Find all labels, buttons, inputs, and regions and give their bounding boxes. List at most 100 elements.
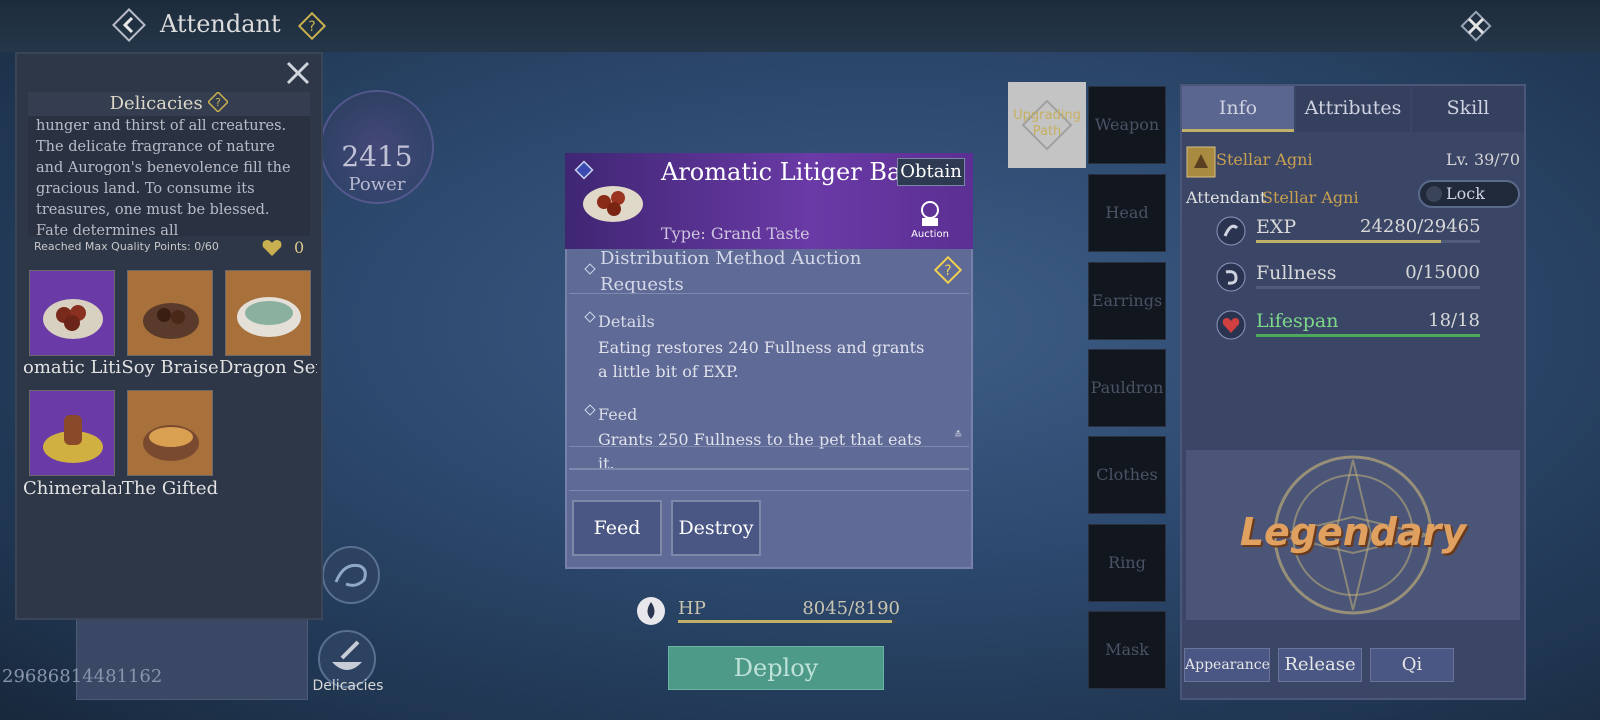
question-icon: ? [933, 255, 963, 285]
equip-slot-earrings[interactable]: Earrings [1088, 262, 1166, 340]
pet-name: Stellar Agni [1216, 150, 1313, 169]
hp-bar [678, 620, 896, 623]
exp-icon [1216, 216, 1246, 246]
divider [569, 468, 969, 470]
svg-text:?: ? [308, 19, 315, 35]
pot-dish-icon [43, 415, 103, 463]
braised-meat-icon [143, 303, 199, 339]
player-id: 29686814481162 [2, 666, 163, 687]
back-button[interactable] [110, 6, 148, 44]
close-button[interactable] [1456, 6, 1496, 46]
tab-info[interactable]: Info [1182, 86, 1294, 132]
close-icon [286, 61, 310, 85]
help-button[interactable]: ? [297, 11, 327, 41]
attendant-label: Attendant [1186, 188, 1267, 207]
lock-knob [1426, 186, 1442, 202]
delicacies-menu-label: Delicacies [312, 678, 384, 694]
appearance-button[interactable]: Appearance [1184, 648, 1270, 682]
divider [569, 293, 969, 294]
delicacies-description: hunger and thirst of all creatures. The … [28, 116, 310, 236]
equip-slot-weapon[interactable]: Weapon [1088, 86, 1166, 164]
fullness-icon [1216, 262, 1246, 292]
soup-bowl-icon [237, 297, 301, 337]
heart-icon [261, 238, 283, 258]
auction-icon: Auction [911, 201, 949, 240]
obtain-button[interactable]: Obtain [897, 158, 965, 186]
equip-slot-head[interactable]: Head [1088, 174, 1166, 252]
lifespan-value: 18/18 [1428, 310, 1480, 331]
feed-heading: Feed [598, 405, 638, 424]
svg-text:Auction: Auction [911, 229, 949, 238]
lifespan-bar-fill [1256, 334, 1480, 337]
close-icon [1460, 10, 1492, 42]
tab-attributes[interactable]: Attributes [1296, 86, 1410, 132]
meatball-dish-icon [43, 299, 103, 339]
distribution-method: Distribution Method Auction Requests [600, 248, 862, 295]
hp-label: HP [678, 598, 706, 619]
lock-label: Lock [1446, 184, 1485, 203]
item-slot[interactable] [29, 390, 115, 476]
power-value: 2415 [341, 140, 413, 173]
item-name: Soy Braise [121, 357, 219, 378]
hp-drop-icon [636, 596, 666, 626]
release-button[interactable]: Release [1278, 648, 1362, 682]
item-slot[interactable] [127, 270, 213, 356]
item-type: Type: Grand Taste [661, 224, 810, 243]
upgrading-path-label: Upgrading Path [1013, 108, 1081, 139]
question-icon[interactable]: ? [207, 91, 230, 113]
deploy-button[interactable]: Deploy [668, 646, 884, 690]
attendant-name: Stellar Agni [1262, 188, 1359, 207]
pet-portrait-icon [1186, 146, 1216, 178]
feed-button[interactable]: Feed [572, 500, 662, 556]
details-body: Eating restores 240 Fullness and grants … [598, 338, 925, 381]
item-name: Dragon Ser [219, 357, 317, 378]
scroll-down-icon[interactable]: ≛ [954, 430, 962, 441]
rarity-label: Legendary [1239, 510, 1467, 554]
pet-menu-button[interactable] [320, 544, 382, 606]
item-name: Chimeralar [23, 478, 121, 499]
hp-value: 8045/8190 [802, 598, 900, 619]
equip-slot-clothes[interactable]: Clothes [1088, 436, 1166, 514]
question-icon: ? [297, 11, 327, 41]
item-slot[interactable] [225, 270, 311, 356]
hp-bar-fill [678, 620, 893, 623]
lifespan-label: Lifespan [1256, 310, 1339, 332]
item-slot[interactable] [127, 390, 213, 476]
exp-bar [1256, 240, 1480, 243]
exp-label: EXP [1256, 216, 1297, 238]
lifespan-heart-icon [1216, 310, 1246, 340]
equip-slot-pauldron[interactable]: Pauldron [1088, 349, 1166, 427]
equip-slot-ring[interactable]: Ring [1088, 524, 1166, 602]
delicacies-title: Delicacies [109, 93, 203, 114]
item-slot[interactable] [29, 270, 115, 356]
panel-close-button[interactable] [283, 58, 313, 88]
delicacies-header: Delicacies ? [28, 91, 310, 116]
gifted-dish-icon [143, 425, 199, 461]
reached-quality-points: Reached Max Quality Points: 0/60 [34, 240, 219, 253]
heart-count: 0 [294, 238, 305, 257]
divider [569, 446, 969, 447]
fullness-bar [1256, 286, 1480, 289]
item-name: The Gifted [121, 478, 219, 499]
tab-skill[interactable]: Skill [1412, 86, 1524, 132]
auction-button[interactable]: Auction [910, 198, 950, 240]
equip-slot-mask[interactable]: Mask [1088, 611, 1166, 689]
pet-level: Lv. 39/70 [1446, 150, 1521, 169]
svg-text:?: ? [216, 96, 222, 109]
fullness-value: 0/15000 [1405, 262, 1480, 283]
beast-icon [322, 546, 380, 604]
distribution-help-button[interactable]: ? [933, 255, 963, 285]
back-arrow-icon [112, 8, 146, 42]
item-name: omatic Litig [23, 357, 121, 378]
destroy-button[interactable]: Destroy [671, 500, 761, 556]
lifespan-bar [1256, 334, 1480, 337]
qi-button[interactable]: Qi [1370, 648, 1454, 682]
exp-bar-fill [1256, 240, 1441, 243]
power-label: Power [348, 174, 406, 195]
divider [569, 490, 969, 491]
details-heading: Details [598, 312, 655, 331]
fullness-label: Fullness [1256, 262, 1337, 284]
exp-value: 24280/29465 [1360, 216, 1481, 237]
page-title: Attendant [160, 10, 281, 38]
meatball-dish-icon [580, 180, 646, 230]
